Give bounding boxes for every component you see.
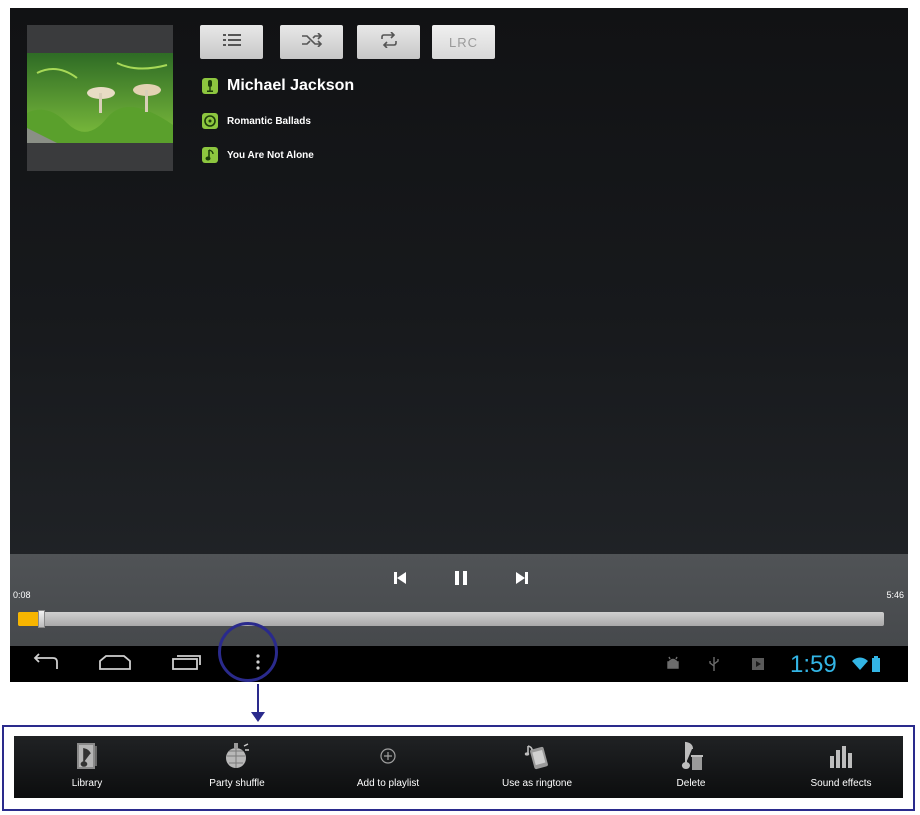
status-clock: 1:59 xyxy=(790,651,837,678)
menu-label-delete: Delete xyxy=(676,778,706,789)
home-button[interactable] xyxy=(95,650,135,678)
previous-icon xyxy=(394,571,406,589)
menu-item-use-as-ringtone[interactable]: Use as ringtone xyxy=(487,736,587,798)
menu-item-add-to-playlist[interactable]: Add to playlist xyxy=(338,736,438,798)
menu-item-sound-effects[interactable]: Sound effects xyxy=(796,736,886,798)
song-icon xyxy=(202,147,218,163)
delete-icon xyxy=(676,741,706,770)
album-name: Romantic Ballads xyxy=(227,115,311,127)
party-shuffle-icon xyxy=(222,742,252,770)
library-icon xyxy=(72,742,102,770)
callout-arrow-head xyxy=(251,712,265,722)
usb-icon xyxy=(706,656,722,672)
repeat-button[interactable] xyxy=(357,25,420,59)
album-icon xyxy=(202,113,218,129)
album-cover-image xyxy=(27,53,173,143)
wifi-icon xyxy=(852,656,868,672)
elapsed-time: 0:08 xyxy=(13,590,31,600)
seek-thumb[interactable] xyxy=(38,610,45,628)
menu-label-use-as-ringtone: Use as ringtone xyxy=(501,778,573,789)
song-row: You Are Not Alone xyxy=(202,147,314,163)
list-icon xyxy=(222,33,241,52)
music-playing-icon xyxy=(750,656,766,672)
playback-controls: 0:08 5:46 xyxy=(10,554,908,646)
album-art[interactable] xyxy=(27,25,173,171)
lyrics-button[interactable]: LRC xyxy=(432,25,495,59)
seek-progress xyxy=(18,612,39,626)
tablet-screen: LRC Michael Jackson Romantic Ballads You… xyxy=(10,8,908,682)
lrc-label: LRC xyxy=(448,34,478,50)
artist-row: Michael Jackson xyxy=(202,77,354,95)
back-button[interactable] xyxy=(26,650,66,678)
menu-label-party-shuffle: Party shuffle xyxy=(209,778,265,789)
pause-icon xyxy=(454,570,468,590)
recent-apps-button[interactable] xyxy=(167,650,207,678)
song-title: You Are Not Alone xyxy=(227,149,314,161)
artist-name: Michael Jackson xyxy=(227,77,355,94)
next-icon xyxy=(516,571,528,589)
pause-button[interactable] xyxy=(449,570,473,590)
menu-item-library[interactable]: Library xyxy=(47,736,127,798)
sound-effects-icon xyxy=(826,742,856,770)
menu-label-add-to-playlist: Add to playlist xyxy=(356,778,420,789)
menu-label-sound-effects: Sound effects xyxy=(810,778,872,789)
back-icon xyxy=(31,652,61,676)
callout-arrow xyxy=(257,684,259,714)
menu-button-highlight xyxy=(218,622,278,682)
previous-button[interactable] xyxy=(388,570,412,590)
menu-item-delete[interactable]: Delete xyxy=(651,736,731,798)
playlist-button[interactable] xyxy=(200,25,263,59)
shuffle-button[interactable] xyxy=(280,25,343,59)
options-menu-frame: Library Party shuffle Add to playlist Us… xyxy=(2,725,915,811)
repeat-icon xyxy=(380,30,398,53)
album-row: Romantic Ballads xyxy=(202,113,311,129)
battery-icon xyxy=(871,656,881,672)
shuffle-icon xyxy=(301,31,323,52)
system-bar: 1:59 xyxy=(10,646,908,682)
recent-apps-icon xyxy=(171,653,203,676)
options-menu: Library Party shuffle Add to playlist Us… xyxy=(14,736,903,798)
menu-item-party-shuffle[interactable]: Party shuffle xyxy=(192,736,282,798)
add-to-playlist-icon xyxy=(373,742,403,770)
seek-bar[interactable] xyxy=(18,610,884,628)
home-icon xyxy=(98,654,132,675)
ringtone-icon xyxy=(522,742,552,770)
artist-icon xyxy=(202,78,218,94)
next-button[interactable] xyxy=(510,570,534,590)
menu-label-library: Library xyxy=(71,778,103,789)
android-debug-icon xyxy=(665,656,681,672)
total-time: 5:46 xyxy=(886,590,904,600)
